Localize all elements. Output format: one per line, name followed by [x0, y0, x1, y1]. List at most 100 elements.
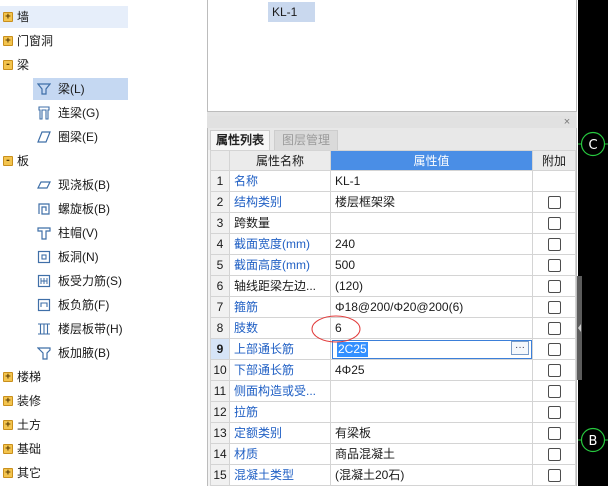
selected-text[interactable]: 2C25: [337, 342, 368, 357]
table-row[interactable]: 6 轴线距梁左边... (120): [210, 276, 576, 297]
folder-expand-icon[interactable]: +: [3, 444, 13, 454]
property-value[interactable]: KL-1: [331, 171, 533, 192]
property-value[interactable]: 240: [331, 234, 533, 255]
tree-item-slab-haunch[interactable]: 板加腋(B): [33, 342, 128, 364]
property-value[interactable]: [331, 381, 533, 402]
tree-item-beam[interactable]: 梁(L): [33, 78, 128, 100]
attach-checkbox[interactable]: [548, 301, 561, 314]
tree-item-ring-beam[interactable]: 圈梁(E): [33, 126, 128, 148]
tree-item-slab-opening[interactable]: 板洞(N): [33, 246, 128, 268]
property-value[interactable]: 商品混凝土: [331, 444, 533, 465]
close-icon[interactable]: ×: [561, 116, 573, 128]
attach-checkbox[interactable]: [548, 448, 561, 461]
table-row[interactable]: 13 定额类别 有梁板: [210, 423, 576, 444]
table-row-editing[interactable]: 9 上部通长筋 2C25 ···: [210, 339, 576, 360]
header-property-value[interactable]: 属性值: [331, 150, 533, 171]
property-value[interactable]: [331, 213, 533, 234]
row-number: 2: [210, 192, 230, 213]
grid-axis-b[interactable]: B: [578, 427, 608, 453]
value-input[interactable]: 2C25: [332, 340, 532, 359]
property-name: 肢数: [230, 318, 331, 339]
attach-cell: [533, 171, 576, 192]
ellipsis-button[interactable]: ···: [511, 341, 529, 355]
column-cap-icon: [37, 227, 51, 240]
property-value[interactable]: (120): [331, 276, 533, 297]
property-value[interactable]: 4Φ25: [331, 360, 533, 381]
tree-item-negative-rebar[interactable]: 板负筋(F): [33, 294, 128, 316]
table-row[interactable]: 15 混凝土类型 (混凝土20石): [210, 465, 576, 486]
collapse-arrow-icon[interactable]: [577, 323, 582, 333]
table-row[interactable]: 10 下部通长筋 4Φ25: [210, 360, 576, 381]
header-row-number: [210, 150, 230, 171]
attach-checkbox[interactable]: [548, 196, 561, 209]
attach-checkbox[interactable]: [548, 364, 561, 377]
table-row[interactable]: 3 跨数量: [210, 213, 576, 234]
folder-expand-icon[interactable]: +: [3, 372, 13, 382]
attach-checkbox[interactable]: [548, 406, 561, 419]
property-value[interactable]: 有梁板: [331, 423, 533, 444]
table-row[interactable]: 5 截面高度(mm) 500: [210, 255, 576, 276]
attach-checkbox[interactable]: [548, 322, 561, 335]
attach-checkbox[interactable]: [548, 385, 561, 398]
folder-expand-icon[interactable]: +: [3, 12, 13, 22]
property-value-editor[interactable]: 2C25 ···: [331, 339, 533, 360]
ring-beam-icon: [37, 131, 51, 143]
property-value[interactable]: 500: [331, 255, 533, 276]
property-value[interactable]: (混凝土20石): [331, 465, 533, 486]
folder-collapse-icon[interactable]: -: [3, 156, 13, 166]
attach-checkbox[interactable]: [548, 469, 561, 482]
attach-checkbox[interactable]: [548, 238, 561, 251]
tree-item-slab-strip[interactable]: 楼层板带(H): [33, 318, 128, 340]
tree-item-foundation[interactable]: + 基础: [0, 438, 128, 460]
property-value[interactable]: 楼层框架梁: [331, 192, 533, 213]
grid-axis-c[interactable]: C: [578, 131, 608, 157]
tree-item-cast-slab[interactable]: 现浇板(B): [33, 174, 128, 196]
tree-item-spiral-slab[interactable]: 螺旋板(B): [33, 198, 128, 220]
property-value[interactable]: [331, 402, 533, 423]
folder-expand-icon[interactable]: +: [3, 420, 13, 430]
folder-expand-icon[interactable]: +: [3, 36, 13, 46]
attach-checkbox[interactable]: [548, 217, 561, 230]
tree-item-other[interactable]: + 其它: [0, 462, 128, 484]
folder-expand-icon[interactable]: +: [3, 468, 13, 478]
tree-item-beam-group[interactable]: - 梁: [0, 54, 128, 76]
tree-item-stairs[interactable]: + 楼梯: [0, 366, 128, 388]
attach-checkbox[interactable]: [548, 427, 561, 440]
header-attach[interactable]: 附加: [533, 150, 576, 171]
table-row[interactable]: 4 截面宽度(mm) 240: [210, 234, 576, 255]
tree-item-finishes[interactable]: + 装修: [0, 390, 128, 412]
folder-expand-icon[interactable]: +: [3, 396, 13, 406]
table-row[interactable]: 11 侧面构造或受...: [210, 381, 576, 402]
tree-item-column-cap[interactable]: 柱帽(V): [33, 222, 128, 244]
table-row[interactable]: 12 拉筋: [210, 402, 576, 423]
tab-layer-management[interactable]: 图层管理: [274, 130, 338, 150]
tree-item-slab-rebar[interactable]: 板受力筋(S): [33, 270, 128, 292]
attach-cell: [533, 360, 576, 381]
component-list-item[interactable]: KL-1: [268, 2, 315, 22]
table-row[interactable]: 2 结构类别 楼层框架梁: [210, 192, 576, 213]
tree-item-coupling-beam[interactable]: 连梁(G): [33, 102, 128, 124]
tab-property-list[interactable]: 属性列表: [210, 130, 270, 150]
tree-item-slab-group[interactable]: - 板: [0, 150, 128, 172]
table-row[interactable]: 14 材质 商品混凝土: [210, 444, 576, 465]
slab-haunch-icon: [37, 347, 51, 360]
attach-cell: [533, 339, 576, 360]
property-value[interactable]: Φ18@200/Φ20@200(6): [331, 297, 533, 318]
table-row[interactable]: 7 箍筋 Φ18@200/Φ20@200(6): [210, 297, 576, 318]
property-value[interactable]: 6: [331, 318, 533, 339]
tree-item-label: 墙: [17, 10, 30, 24]
table-row[interactable]: 8 肢数 6: [210, 318, 576, 339]
attach-checkbox[interactable]: [548, 280, 561, 293]
attach-checkbox[interactable]: [548, 259, 561, 272]
table-header: 属性名称 属性值 附加: [210, 150, 576, 171]
table-row[interactable]: 1 名称 KL-1: [210, 171, 576, 192]
attach-checkbox[interactable]: [548, 343, 561, 356]
tree-item-label: 柱帽(V): [58, 226, 98, 240]
header-property-name[interactable]: 属性名称: [230, 150, 331, 171]
tree-item-earthwork[interactable]: + 土方: [0, 414, 128, 436]
splitter-handle[interactable]: [577, 276, 582, 380]
tree-item-wall[interactable]: + 墙: [0, 6, 128, 28]
folder-collapse-icon[interactable]: -: [3, 60, 13, 70]
tree-item-openings[interactable]: + 门窗洞: [0, 30, 128, 52]
panel-title-bar[interactable]: [207, 116, 577, 128]
